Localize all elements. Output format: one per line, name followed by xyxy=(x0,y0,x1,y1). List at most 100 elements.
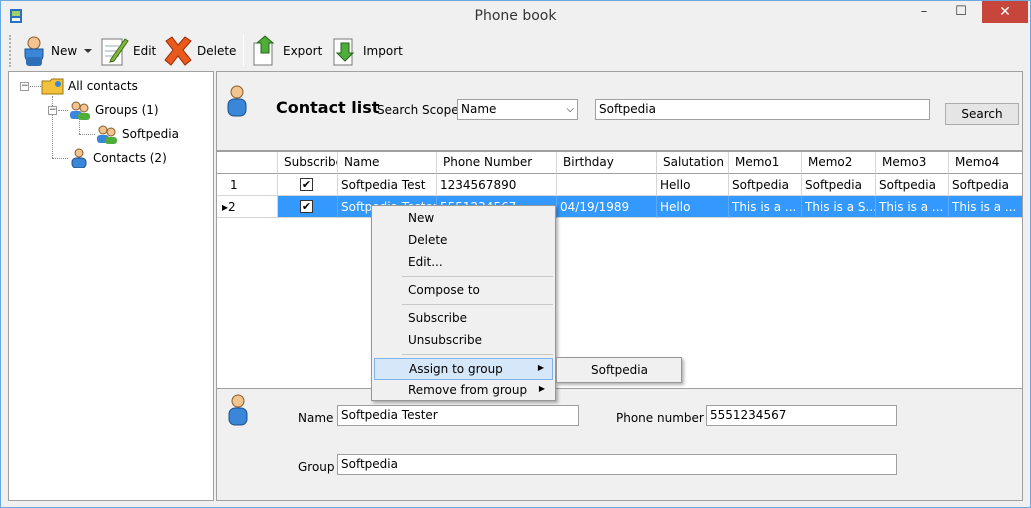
group-field[interactable]: Softpedia xyxy=(337,454,897,475)
close-button[interactable]: ✕ xyxy=(982,1,1028,23)
subscribe-cell: ✔ xyxy=(278,196,338,218)
menu-item-compose-to[interactable]: Compose to xyxy=(374,280,553,302)
name-label: Name xyxy=(298,411,334,425)
memo4-cell: Softpedia xyxy=(949,174,1022,196)
birthday-cell xyxy=(557,174,657,196)
menu-item-unsubscribe[interactable]: Unsubscribe xyxy=(374,330,553,352)
group-icon xyxy=(97,125,117,144)
tree-line xyxy=(58,110,68,111)
column-header-salutation[interactable]: Salutation xyxy=(657,152,729,174)
import-arrow-icon xyxy=(333,38,355,66)
user-icon xyxy=(227,85,247,117)
tree-node-group-softpedia[interactable]: Softpedia xyxy=(95,124,179,144)
delete-label: Delete xyxy=(197,44,237,58)
search-button[interactable]: Search xyxy=(945,103,1019,125)
subscribe-checkbox[interactable]: ✔ xyxy=(300,178,313,191)
new-button[interactable]: New xyxy=(21,33,93,69)
tree-node-groups[interactable]: Groups (1) xyxy=(68,100,159,120)
minimize-button[interactable]: – xyxy=(907,1,941,23)
menu-item-assign-to-group[interactable]: Assign to group ▶ xyxy=(374,358,553,380)
search-panel: Contact list Search Scope Name ⌵ Softped… xyxy=(216,71,1023,151)
contact-list-title: Contact list xyxy=(276,98,380,117)
menu-separator xyxy=(402,276,553,277)
memo3-cell: Softpedia xyxy=(876,174,949,196)
user-icon xyxy=(71,148,87,168)
column-header-name[interactable]: Name xyxy=(338,152,437,174)
salutation-cell: Hello xyxy=(657,196,729,218)
menu-item-label: Remove from group xyxy=(408,383,528,397)
import-label: Import xyxy=(363,44,403,58)
tree-line xyxy=(79,118,80,134)
export-button[interactable]: Export xyxy=(251,33,322,69)
tree-line xyxy=(79,134,95,135)
tree-label-group-softpedia: Softpedia xyxy=(122,127,179,141)
menu-item-delete[interactable]: Delete xyxy=(374,230,553,252)
window-title: Phone book xyxy=(474,8,557,24)
search-scope-select[interactable]: Name ⌵ xyxy=(457,99,578,120)
import-button[interactable]: Import xyxy=(331,33,403,69)
chevron-down-icon: ⌵ xyxy=(566,104,574,115)
memo1-cell: This is a ... xyxy=(729,196,802,218)
name-field[interactable]: Softpedia Tester xyxy=(337,405,579,426)
tree-node-contacts[interactable]: Contacts (2) xyxy=(68,148,167,168)
submenu-arrow-icon: ▶ xyxy=(537,363,544,372)
row-number-text: 2 xyxy=(228,200,236,214)
export-arrow-icon xyxy=(253,35,275,66)
search-scope-label: Search Scope xyxy=(377,103,459,117)
tree-line xyxy=(52,158,68,159)
maximize-button[interactable]: ☐ xyxy=(944,1,978,23)
group-icon xyxy=(70,101,90,120)
tree-label-all-contacts: All contacts xyxy=(68,79,138,93)
edit-button[interactable]: Edit xyxy=(99,33,156,69)
menu-item-new[interactable]: New xyxy=(374,208,553,230)
row-number: 1 xyxy=(217,174,278,196)
memo1-cell: Softpedia xyxy=(729,174,802,196)
birthday-cell: 04/19/1989 xyxy=(557,196,657,218)
contacts-grid[interactable]: Subscribe Name Phone Number Birthday Sal… xyxy=(216,151,1023,389)
menu-item-remove-from-group[interactable]: Remove from group ▶ xyxy=(374,380,553,402)
tree-node-all-contacts[interactable]: All contacts xyxy=(41,76,138,96)
column-header-memo1[interactable]: Memo1 xyxy=(729,152,802,174)
menu-item-label: Assign to group xyxy=(409,362,503,376)
dropdown-arrow-icon[interactable] xyxy=(83,47,93,55)
menu-separator xyxy=(402,354,553,355)
column-header-subscribe[interactable]: Subscribe xyxy=(278,152,338,174)
toolbar-grip[interactable] xyxy=(9,35,13,67)
subscribe-checkbox[interactable]: ✔ xyxy=(300,200,313,213)
submenu-arrow-icon: ▶ xyxy=(538,384,545,393)
tree-label-groups: Groups (1) xyxy=(95,103,159,117)
column-header-memo4[interactable]: Memo4 xyxy=(949,152,1022,174)
memo2-cell: This is a S... xyxy=(802,196,876,218)
collapse-all-contacts-icon[interactable]: − xyxy=(20,82,29,91)
new-label: New xyxy=(51,44,78,58)
memo3-cell: This is a ... xyxy=(876,196,949,218)
column-header-memo3[interactable]: Memo3 xyxy=(876,152,949,174)
column-header-phone[interactable]: Phone Number xyxy=(437,152,557,174)
context-menu: New Delete Edit... Compose to Subscribe … xyxy=(371,205,556,401)
edit-label: Edit xyxy=(133,44,157,58)
tree-line xyxy=(30,86,41,87)
user-icon xyxy=(228,394,248,426)
search-input[interactable]: Softpedia xyxy=(595,99,930,120)
name-cell: Softpedia Test xyxy=(338,174,437,196)
menu-item-subscribe[interactable]: Subscribe xyxy=(374,308,553,330)
notepad-pencil-icon xyxy=(101,38,129,66)
collapse-groups-icon[interactable]: − xyxy=(48,106,57,115)
column-header-memo2[interactable]: Memo2 xyxy=(802,152,876,174)
menu-item-edit[interactable]: Edit... xyxy=(374,252,553,274)
delete-button[interactable]: Delete xyxy=(163,33,236,69)
memo2-cell: Softpedia xyxy=(802,174,876,196)
user-icon xyxy=(24,36,44,66)
column-header-birthday[interactable]: Birthday xyxy=(557,152,657,174)
phone-number-label: Phone number xyxy=(616,411,704,425)
submenu-item-softpedia[interactable]: Softpedia xyxy=(559,360,679,380)
row-number: ▸2 xyxy=(217,196,278,218)
title-bar: Phone book – ☐ ✕ xyxy=(1,1,1030,31)
menu-separator xyxy=(402,304,553,305)
app-window: Phone book – ☐ ✕ New Edit Delete Export … xyxy=(0,0,1031,508)
contacts-tree[interactable]: − All contacts − Groups (1) Softpedia Co… xyxy=(8,71,214,501)
phone-number-field[interactable]: 5551234567 xyxy=(706,405,897,426)
export-label: Export xyxy=(283,44,323,58)
folder-contacts-icon xyxy=(41,78,64,95)
column-header-row-number[interactable] xyxy=(217,152,278,174)
